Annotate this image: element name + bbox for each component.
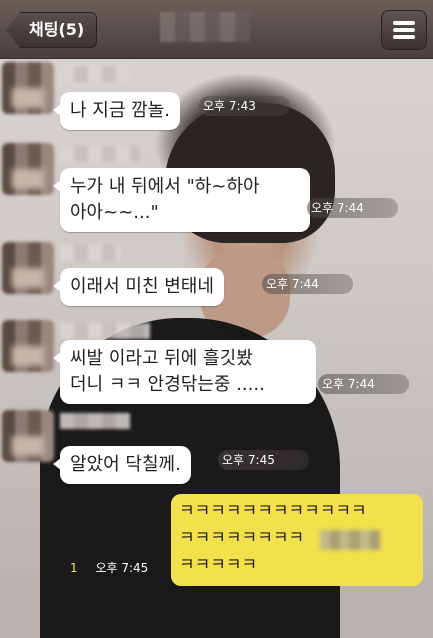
avatar[interactable]	[2, 242, 54, 294]
read-count-badge: 1	[70, 561, 78, 575]
blurred-sender-name	[60, 323, 150, 339]
blurred-sender-name	[60, 146, 140, 162]
message-time: 오후 7:45	[95, 561, 149, 575]
message-bubble: 이래서 미친 변태네	[53, 268, 224, 306]
avatar[interactable]	[2, 143, 54, 195]
message-time: 오후 7:45	[218, 450, 309, 470]
avatar[interactable]	[2, 320, 54, 372]
message-bubble: 알았어 닥칠께.	[53, 446, 191, 484]
hamburger-menu-icon[interactable]	[381, 10, 427, 50]
message-time: 오후 7:44	[307, 198, 398, 218]
blurred-chat-title	[160, 12, 250, 42]
avatar[interactable]	[2, 410, 54, 462]
my-message-bubble: ㅋㅋㅋㅋㅋㅋㅋㅋㅋㅋㅋㅋ ㅋㅋㅋㅋㅋㅋㅋㅋ ㅋㅋㅋㅋㅋ	[171, 494, 423, 586]
message-bubble: 씨발 이라고 뒤에 흘깃봤 더니 ㅋㅋ 안경닦는중 .....	[53, 340, 316, 404]
blurred-message-text	[320, 530, 380, 550]
my-message-meta: 1 오후 7:45	[66, 558, 152, 578]
avatar[interactable]	[2, 62, 54, 114]
chat-header: 채팅(5)	[0, 0, 433, 59]
blurred-sender-name	[60, 245, 120, 261]
message-time: 오후 7:43	[199, 96, 290, 116]
message-bubble: 누가 내 뒤에서 "하~하아 아아~~..."	[53, 168, 310, 232]
back-button[interactable]: 채팅(5)	[6, 12, 98, 48]
message-bubble: 나 지금 깜놀.	[53, 92, 180, 130]
message-time: 오후 7:44	[318, 374, 409, 394]
blurred-sender-name	[60, 66, 130, 82]
blurred-sender-name	[60, 413, 130, 429]
message-time: 오후 7:44	[262, 274, 353, 294]
